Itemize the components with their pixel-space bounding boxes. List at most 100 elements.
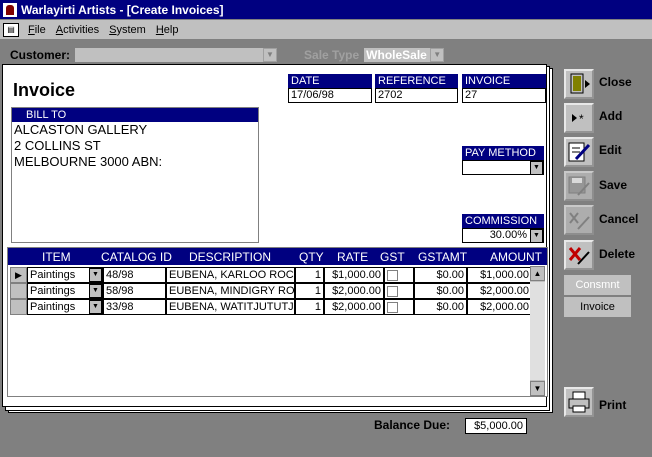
qty-cell[interactable]: 1 xyxy=(295,283,324,299)
col-gst: GST xyxy=(380,250,405,264)
description-cell[interactable]: EUBENA, KARLOO ROCK xyxy=(166,267,295,283)
col-amount: AMOUNT xyxy=(490,250,542,264)
sale-type-value: WholeSale xyxy=(366,48,427,62)
system-menu-icon[interactable]: ▤ xyxy=(3,22,19,37)
close-button[interactable] xyxy=(564,69,594,99)
chevron-down-icon[interactable]: ▼ xyxy=(530,229,543,243)
bill-to-line: 2 COLLINS ST xyxy=(14,138,101,153)
app-icon xyxy=(3,2,17,17)
catalog-cell[interactable]: 48/98 xyxy=(103,267,166,283)
save-button[interactable] xyxy=(564,171,594,201)
amount-cell[interactable]: $1,000.00 xyxy=(467,267,532,283)
chevron-down-icon[interactable]: ▼ xyxy=(263,48,278,62)
date-box: DATE 17/06/98 xyxy=(288,74,372,103)
gst-cell xyxy=(384,267,414,283)
consignment-button[interactable]: Consmnt xyxy=(563,274,632,296)
customer-combo[interactable]: ▼ xyxy=(74,47,279,63)
gst-cell xyxy=(384,299,414,315)
rate-cell[interactable]: $2,000.00 xyxy=(324,283,384,299)
gstamt-cell[interactable]: $0.00 xyxy=(414,267,467,283)
gst-checkbox[interactable] xyxy=(387,270,398,281)
commission-select[interactable]: 30.00% ▼ xyxy=(462,228,544,243)
qty-cell[interactable]: 1 xyxy=(295,299,324,315)
invoice-number-box: INVOICE 27 xyxy=(462,74,546,103)
col-qty: QTY xyxy=(299,250,324,264)
catalog-cell[interactable]: 33/98 xyxy=(103,299,166,315)
date-label: DATE xyxy=(288,74,372,88)
edit-pencil-icon xyxy=(568,142,591,162)
col-item: ITEM xyxy=(42,250,71,264)
gstamt-cell[interactable]: $0.00 xyxy=(414,299,467,315)
bill-to-box[interactable]: BILL TO ALCASTON GALLERY 2 COLLINS ST ME… xyxy=(11,107,259,243)
commission-box: COMMISSION 30.00% ▼ xyxy=(462,214,544,243)
scroll-up-icon[interactable]: ▲ xyxy=(530,266,545,281)
bill-to-line: ALCASTON GALLERY xyxy=(14,122,148,137)
chevron-down-icon[interactable]: ▼ xyxy=(89,268,102,282)
chevron-down-icon[interactable]: ▼ xyxy=(89,300,102,314)
catalog-cell[interactable]: 58/98 xyxy=(103,283,166,299)
cancel-button[interactable] xyxy=(564,205,594,235)
row-selector-current-icon[interactable]: ▶ xyxy=(10,267,27,283)
gst-checkbox[interactable] xyxy=(387,302,398,313)
scroll-down-icon[interactable]: ▼ xyxy=(530,381,545,396)
chevron-down-icon[interactable]: ▼ xyxy=(430,48,445,62)
reference-field[interactable]: 2702 xyxy=(375,88,458,103)
col-rate: RATE xyxy=(337,250,369,264)
amount-cell[interactable]: $2,000.00 xyxy=(467,283,532,299)
table-row[interactable]: ▶ Paintings ▼ 48/98 EUBENA, KARLOO ROCK … xyxy=(8,267,532,283)
reference-label: REFERENCE xyxy=(375,74,458,88)
menu-help[interactable]: Help xyxy=(151,24,184,36)
description-cell[interactable]: EUBENA, MINDIGRY ROC xyxy=(166,283,295,299)
menu-activities[interactable]: Activities xyxy=(51,24,104,36)
menu-file[interactable]: File xyxy=(23,24,51,36)
edit-button[interactable] xyxy=(564,137,594,167)
commission-value: 30.00% xyxy=(489,229,527,241)
col-description: DESCRIPTION xyxy=(189,250,272,264)
gst-cell xyxy=(384,283,414,299)
chevron-down-icon[interactable]: ▼ xyxy=(89,284,102,298)
door-exit-icon xyxy=(570,73,590,94)
col-catalog-id: CATALOG ID xyxy=(101,250,172,264)
print-label: Print xyxy=(599,398,627,412)
menu-system[interactable]: System xyxy=(104,24,151,36)
row-selector[interactable] xyxy=(10,283,27,299)
table-row[interactable]: Paintings ▼ 33/98 EUBENA, WATITJUTUTJ 1 … xyxy=(8,299,532,315)
invoice-number-field[interactable]: 27 xyxy=(462,88,546,103)
reference-box: REFERENCE 2702 xyxy=(375,74,458,103)
table-row[interactable]: Paintings ▼ 58/98 EUBENA, MINDIGRY ROC 1… xyxy=(8,283,532,299)
add-button[interactable]: * xyxy=(564,103,594,133)
line-items-grid: ITEM CATALOG ID DESCRIPTION QTY RATE GST… xyxy=(7,247,548,397)
delete-button[interactable] xyxy=(564,240,594,270)
invoice-button[interactable]: Invoice xyxy=(563,296,632,318)
delete-label: Delete xyxy=(599,247,636,261)
gstamt-cell[interactable]: $0.00 xyxy=(414,283,467,299)
pay-method-box: PAY METHOD ▼ xyxy=(462,146,544,175)
print-button[interactable] xyxy=(564,387,594,417)
balance-due-field: $5,000.00 xyxy=(465,418,527,434)
row-selector[interactable] xyxy=(10,299,27,315)
window-title: Warlayirti Artists - [Create Invoices] xyxy=(21,2,224,17)
bill-to-line: MELBOURNE 3000 ABN: xyxy=(14,154,163,169)
rate-cell[interactable]: $1,000.00 xyxy=(324,267,384,283)
rate-cell[interactable]: $2,000.00 xyxy=(324,299,384,315)
gst-checkbox[interactable] xyxy=(387,286,398,297)
cancel-undo-icon xyxy=(569,212,590,230)
save-disk-icon xyxy=(568,176,590,196)
description-cell[interactable]: EUBENA, WATITJUTUTJ xyxy=(166,299,295,315)
bill-to-label: BILL TO xyxy=(12,108,258,122)
scroll-track[interactable] xyxy=(530,282,545,380)
pay-method-select[interactable]: ▼ xyxy=(462,160,544,175)
invoice-number-label: INVOICE xyxy=(462,74,546,88)
qty-cell[interactable]: 1 xyxy=(295,267,324,283)
balance-due-label: Balance Due: xyxy=(374,418,451,432)
chevron-down-icon[interactable]: ▼ xyxy=(530,161,543,175)
save-label: Save xyxy=(599,178,628,192)
invoice-title: Invoice xyxy=(13,80,76,100)
date-field[interactable]: 17/06/98 xyxy=(288,88,372,103)
customer-row: Customer: ▼ Sale Type WholeSale ▼ xyxy=(10,46,446,64)
delete-x-icon xyxy=(568,247,590,265)
grid-scrollbar[interactable]: ▲ ▼ xyxy=(530,266,545,396)
amount-cell[interactable]: $2,000.00 xyxy=(467,299,532,315)
sale-type-combo[interactable]: WholeSale ▼ xyxy=(363,47,446,63)
cancel-label: Cancel xyxy=(599,212,639,226)
